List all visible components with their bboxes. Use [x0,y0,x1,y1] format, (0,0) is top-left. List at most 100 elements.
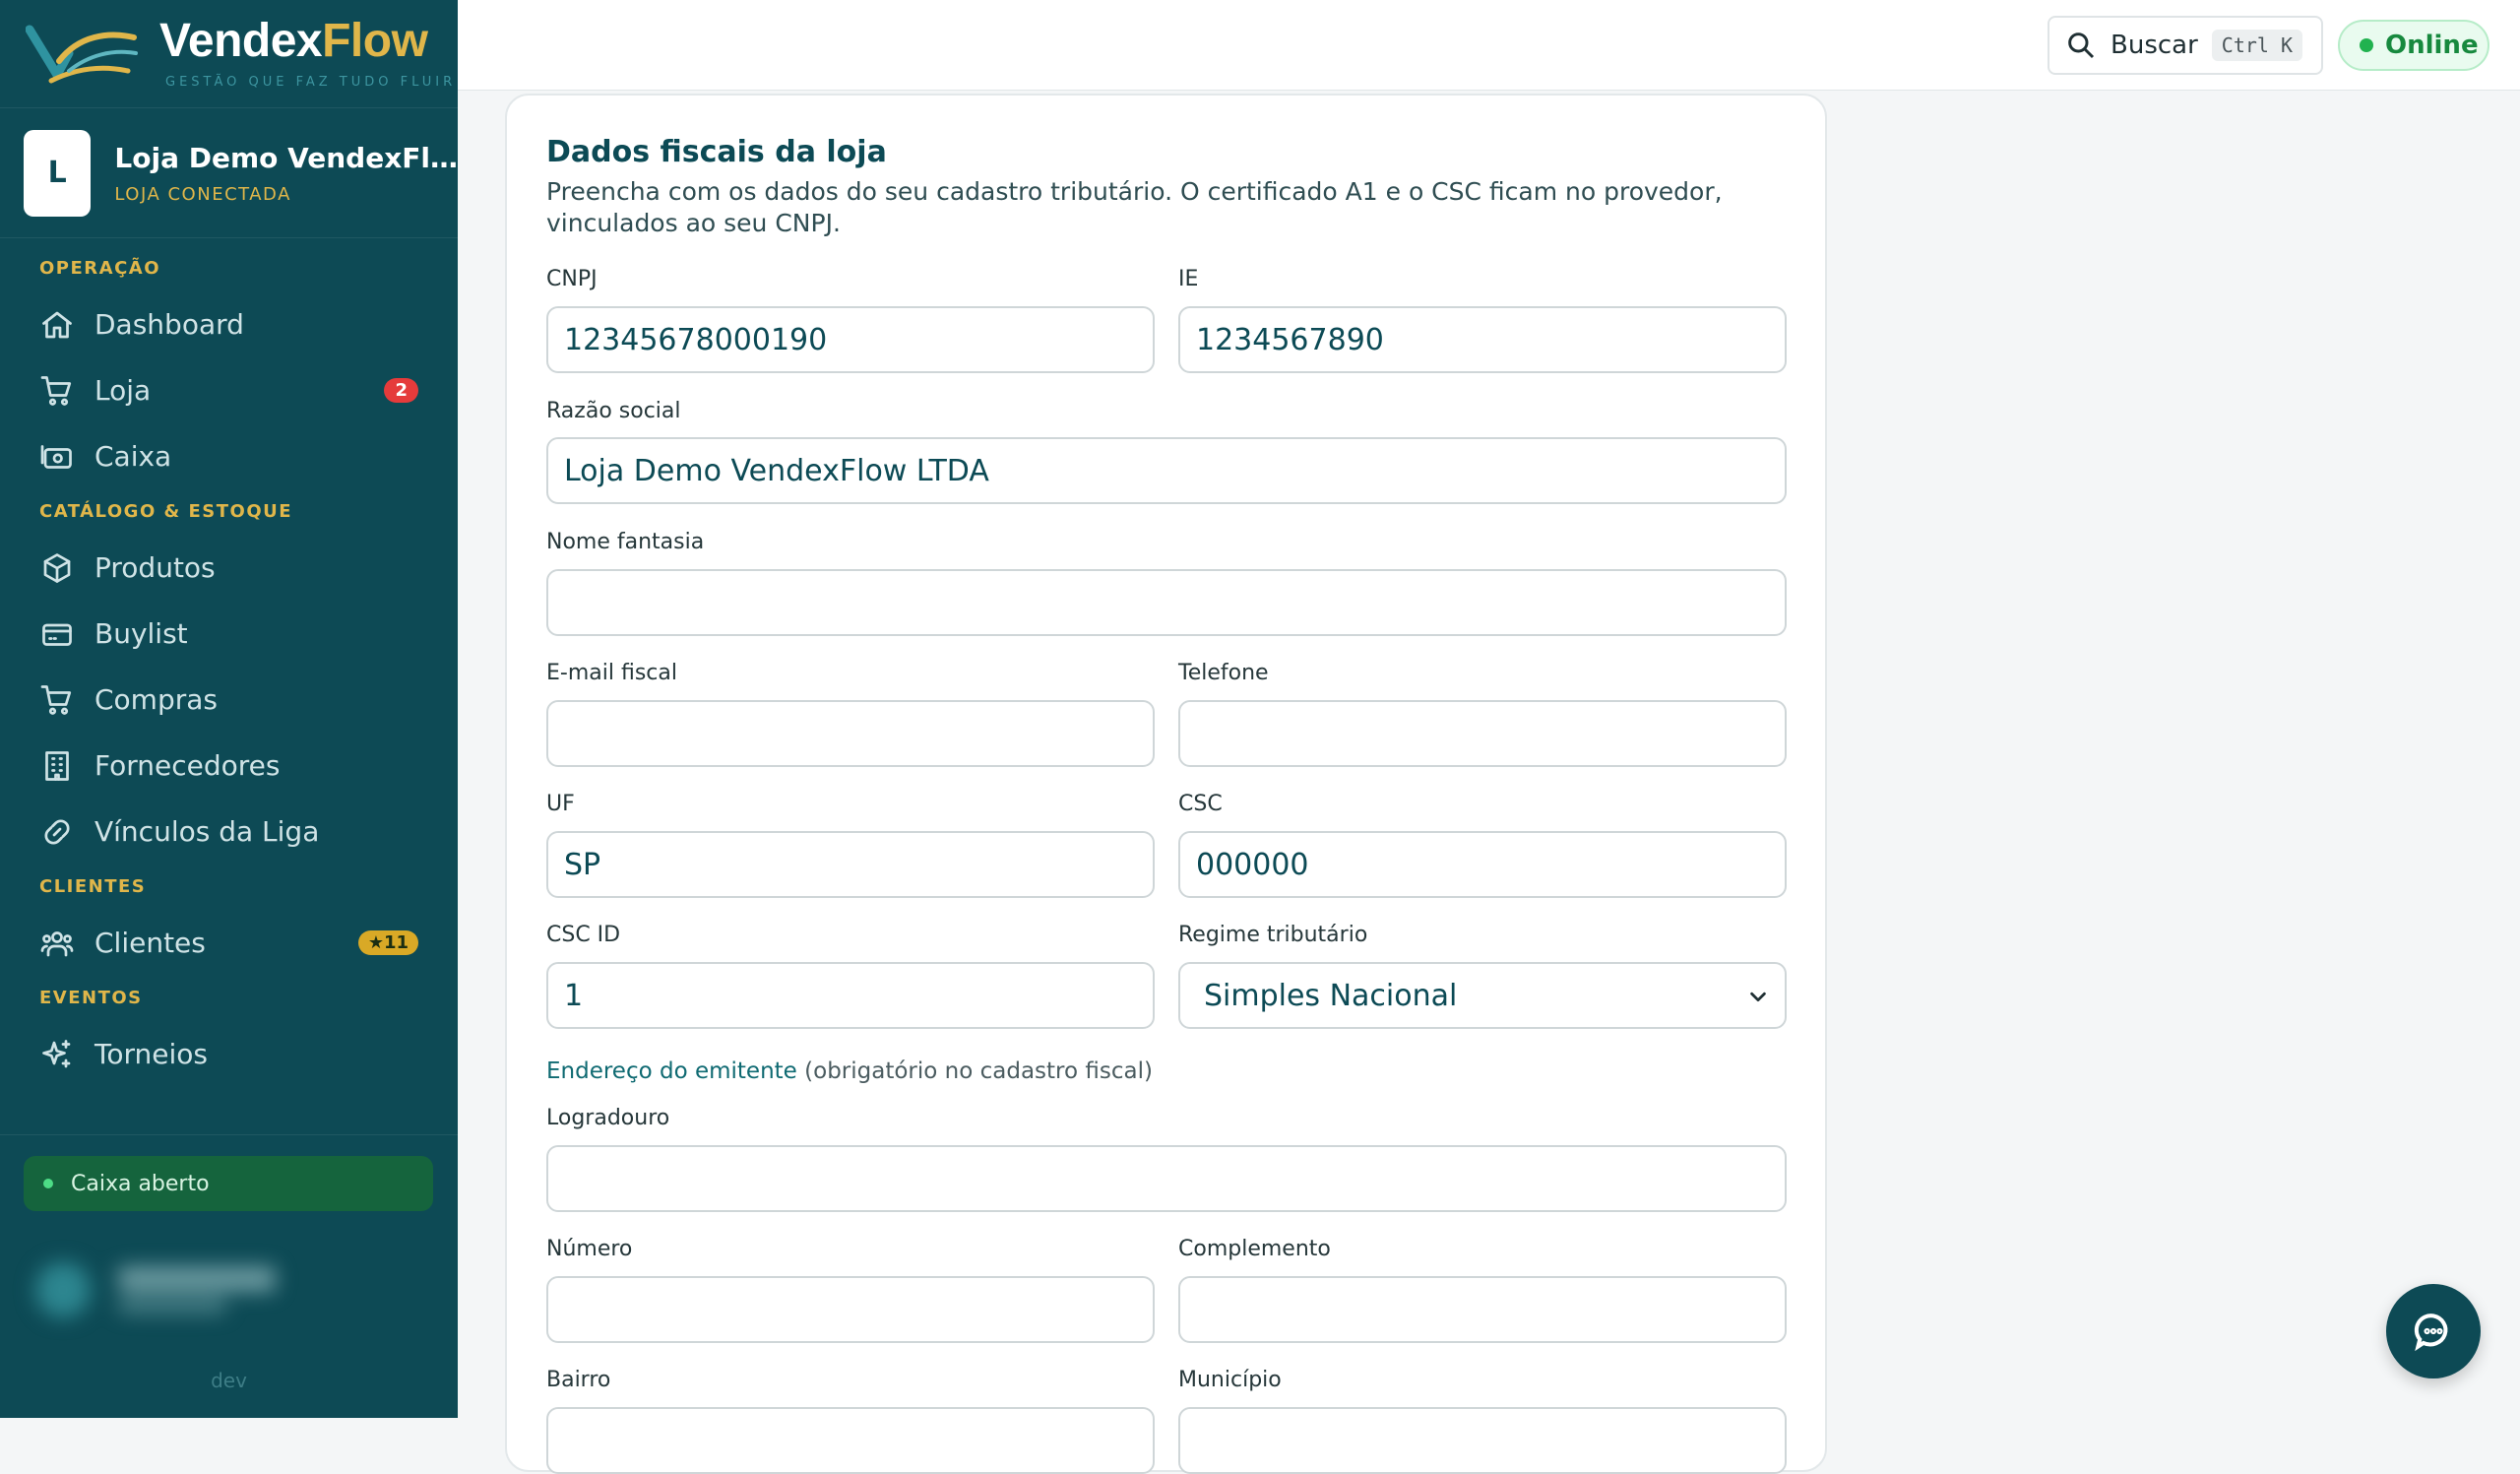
numero-field[interactable] [546,1276,1155,1343]
logradouro-field[interactable] [546,1145,1787,1212]
keyboard-shortcut: Ctrl K [2211,30,2303,61]
razao-social-field[interactable]: Loja Demo VendexFlow LTDA [546,437,1787,504]
page-description: Preencha com os dados do seu cadastro tr… [546,177,1723,237]
razao-social-value: Loja Demo VendexFlow LTDA [564,453,989,488]
ie-field[interactable]: 1234567890 [1178,306,1787,373]
search-label: Buscar [2110,31,2198,60]
nome-fantasia-field[interactable] [546,569,1787,636]
sidebar-item-label: Clientes [94,927,206,959]
status-dot [2360,38,2373,52]
page-title: Dados fiscais da loja [546,135,887,169]
sidebar-item-clientes[interactable]: Clientes ★11 [0,910,458,976]
brand-tagline: GESTÃO QUE FAZ TUDO FLUIR [165,75,457,90]
building-icon [39,748,75,784]
user-name-redacted [118,1266,276,1292]
ie-value: 1234567890 [1196,322,1384,357]
user-role-redacted [118,1298,226,1314]
cart-icon [39,373,75,409]
store-switcher[interactable]: L Loja Demo VendexFl… LOJA CONECTADA [0,108,458,238]
csc-id-field[interactable]: 1 [546,962,1155,1029]
sidebar-item-label: Buylist [94,617,188,650]
loyalty-badge: ★11 [357,930,418,955]
regime-label: Regime tributário [1178,923,1368,947]
status-dot [43,1179,53,1188]
csc-label: CSC [1178,792,1223,816]
sidebar-item-label: Loja [94,374,152,407]
section-clientes-title: CLIENTES [39,876,147,897]
sidebar-item-label: Fornecedores [94,749,281,782]
sidebar-item-label: Dashboard [94,308,244,341]
razao-social-label: Razão social [546,399,681,423]
regime-value: Simples Nacional [1204,978,1458,1013]
store-avatar: L [24,129,92,217]
notification-badge: 2 [384,378,418,403]
users-icon [39,926,75,961]
online-status-badge: Online [2338,20,2489,71]
brand-name-part2: Flow [322,15,428,67]
address-heading: Endereço do emitente [546,1058,797,1084]
sparkle-icon [39,1037,75,1072]
avatar [35,1262,91,1317]
section-catalogo-title: CATÁLOGO & ESTOQUE [39,501,293,522]
sidebar-item-loja[interactable]: Loja 2 [0,357,458,423]
cart-icon [39,682,75,718]
vendexflow-logo-icon [26,25,138,83]
chat-button[interactable] [2386,1284,2481,1378]
sidebar-item-vinculos[interactable]: Vínculos da Liga [0,799,458,865]
csc-id-label: CSC ID [546,923,621,947]
nome-fantasia-label: Nome fantasia [546,530,705,554]
bairro-label: Bairro [546,1368,611,1392]
sidebar-item-compras[interactable]: Compras [0,667,458,733]
regime-select[interactable]: Simples Nacional [1178,962,1787,1029]
csc-field[interactable]: 000000 [1178,831,1787,898]
uf-value: SP [564,847,601,882]
sidebar-item-label: Compras [94,683,218,716]
home-icon [39,307,75,343]
card-icon [39,616,75,652]
email-fiscal-label: E-mail fiscal [546,661,677,685]
sidebar-item-caixa[interactable]: Caixa [0,423,458,489]
sidebar-item-label: Torneios [94,1038,208,1070]
chevron-down-icon [1750,992,1766,1002]
cnpj-label: CNPJ [546,267,598,291]
sidebar-item-fornecedores[interactable]: Fornecedores [0,733,458,799]
logo[interactable]: VendexFlow GESTÃO QUE FAZ TUDO FLUIR [0,0,458,108]
cash-register-icon [39,439,75,475]
sidebar-item-torneios[interactable]: Torneios [0,1021,458,1087]
csc-value: 000000 [1196,847,1309,882]
sidebar-item-buylist[interactable]: Buylist [0,601,458,667]
bairro-field[interactable] [546,1407,1155,1474]
sidebar-item-label: Caixa [94,440,172,473]
ie-label: IE [1178,267,1199,291]
sidebar-item-label: Produtos [94,551,216,584]
numero-label: Número [546,1237,633,1261]
environment-label: dev [211,1369,247,1392]
municipio-field[interactable] [1178,1407,1787,1474]
telefone-field[interactable] [1178,700,1787,767]
brand-name-part1: Vendex [159,15,323,67]
uf-field[interactable]: SP [546,831,1155,898]
online-status-label: Online [2385,31,2479,60]
logradouro-label: Logradouro [546,1106,670,1130]
sidebar-item-label: Vínculos da Liga [94,815,320,848]
topbar: Buscar Ctrl K Online [458,0,2520,91]
telefone-label: Telefone [1178,661,1269,685]
sidebar-item-dashboard[interactable]: Dashboard [0,291,458,357]
sidebar-item-produtos[interactable]: Produtos [0,535,458,601]
uf-label: UF [546,792,575,816]
municipio-label: Município [1178,1368,1282,1392]
store-name: Loja Demo VendexFl… [114,141,458,174]
csc-id-value: 1 [564,978,584,1013]
complemento-label: Complemento [1178,1237,1331,1261]
section-eventos-title: EVENTOS [39,988,143,1008]
email-fiscal-field[interactable] [546,700,1155,767]
complemento-field[interactable] [1178,1276,1787,1343]
store-status: LOJA CONECTADA [114,183,291,205]
search-button[interactable]: Buscar Ctrl K [2048,16,2323,75]
cnpj-field[interactable]: 12345678000190 [546,306,1155,373]
user-profile-blurred[interactable] [24,1250,417,1329]
cnpj-value: 12345678000190 [564,322,828,357]
search-icon [2068,32,2095,59]
sidebar: VendexFlow GESTÃO QUE FAZ TUDO FLUIR L L… [0,0,458,1418]
cash-status-pill[interactable]: Caixa aberto [24,1156,433,1211]
